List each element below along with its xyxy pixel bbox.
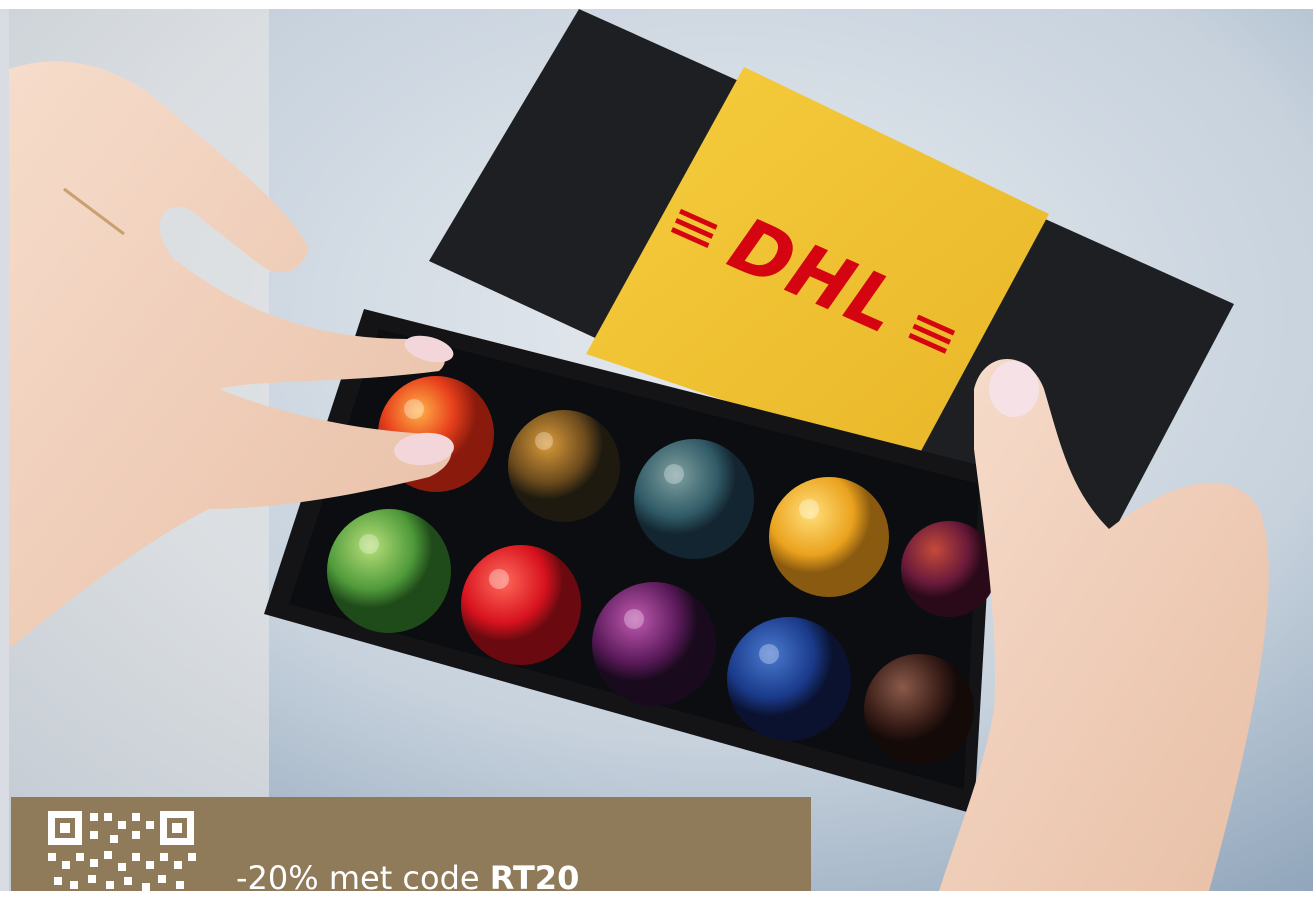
promo-text-prefix: -20% met code <box>236 859 490 897</box>
chocolate-box-photo: DHL <box>9 9 1313 891</box>
promo-text: -20% met code RT20 <box>236 858 579 898</box>
photo-background: DHL -20% met code RT20 <box>0 0 1313 897</box>
qr-code-icon[interactable] <box>48 811 196 891</box>
promo-code: RT20 <box>489 859 580 897</box>
